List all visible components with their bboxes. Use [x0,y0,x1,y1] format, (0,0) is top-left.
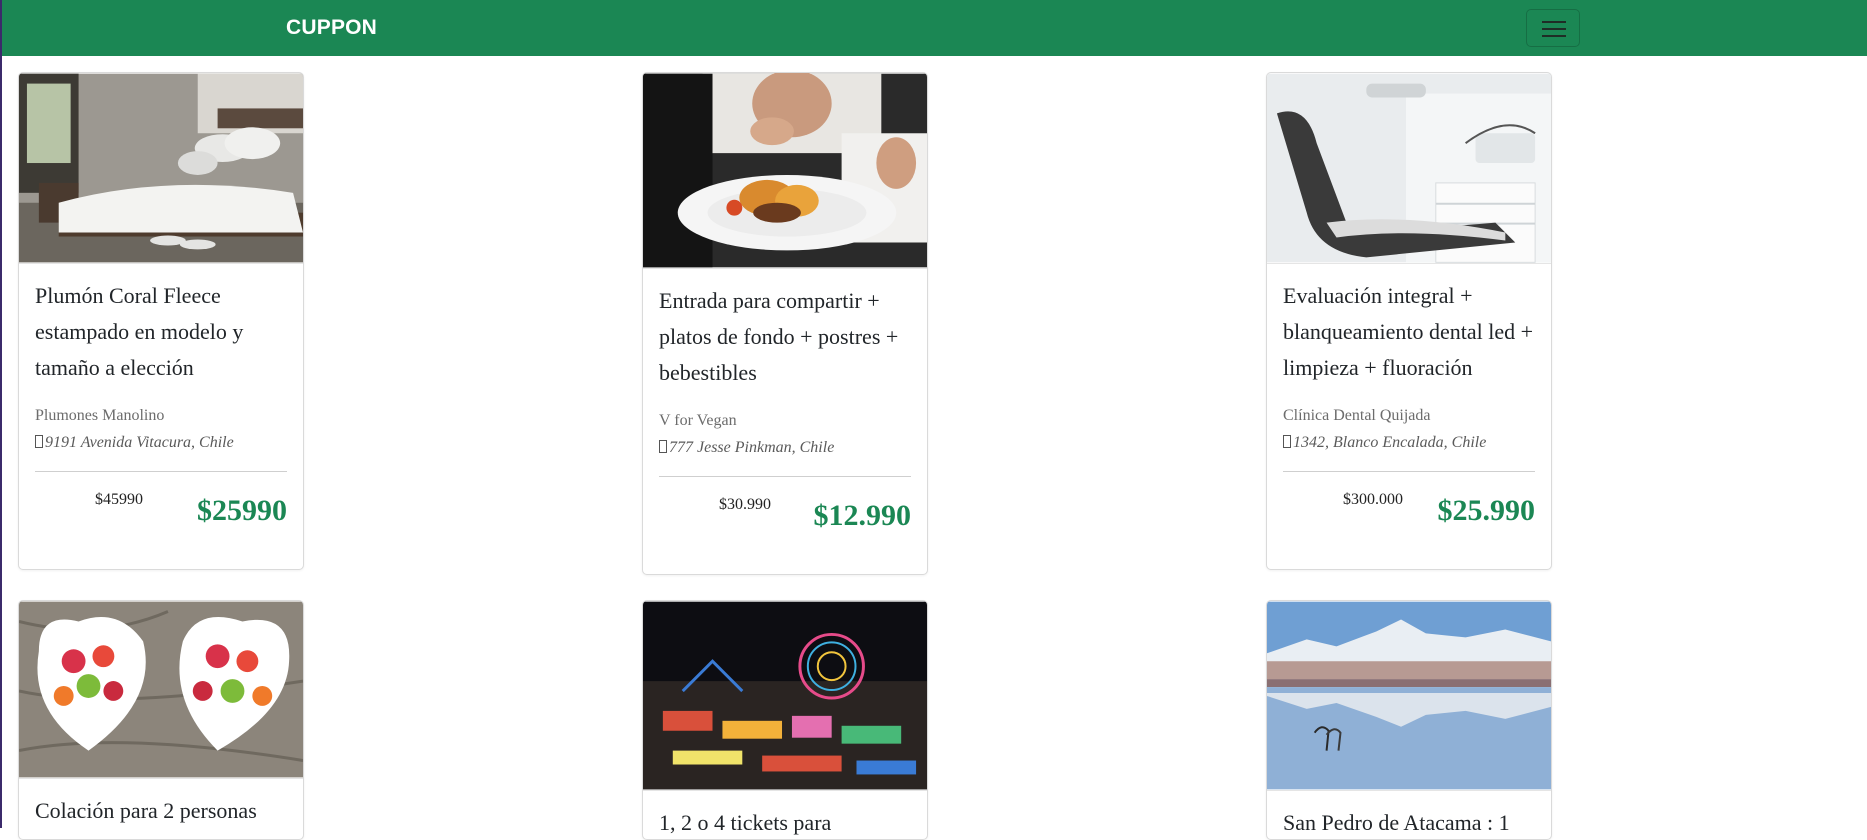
address-line: 9191 Avenida Vitacura, Chile [35,433,287,453]
company-name: Plumones Manolino [35,407,165,424]
bedroom-photo [19,73,303,264]
card-body: Plumón Coral Fleece estampado en modelo … [19,264,303,540]
deal-card[interactable]: San Pedro de Atacama : 1 [1266,600,1552,840]
original-price: $30.990 [719,496,771,513]
deal-card[interactable]: 1, 2 o 4 tickets para [642,600,928,840]
company-name: V for Vegan [659,412,737,429]
address-text: 9191 Avenida Vitacura, Chile [45,434,234,451]
price-row: $30.990 $12.990 [659,477,911,545]
deal-title[interactable]: 1, 2 o 4 tickets para [659,805,911,839]
discount-price: $25990 [197,494,287,527]
deal-title[interactable]: Colación para 2 personas [35,793,287,829]
top-navbar: CUPPON [0,0,1867,56]
address-text: 777 Jesse Pinkman, Chile [669,439,835,456]
price-row: $300.000 $25.990 [1283,472,1535,540]
hamburger-icon [1542,21,1566,23]
card-body: 1, 2 o 4 tickets para [643,791,927,839]
card-body: Entrada para compartir + platos de fondo… [643,269,927,545]
fruit-bowls-photo [19,601,303,779]
discount-price: $12.990 [813,499,912,532]
chef-plating-photo [643,73,927,269]
card-body: San Pedro de Atacama : 1 [1267,791,1551,839]
discount-price: $25.990 [1437,494,1536,527]
original-price: $300.000 [1343,491,1403,508]
price-row: $45990 $25990 [35,472,287,540]
card-body: Evaluación integral + blanqueamiento den… [1267,264,1551,540]
deal-card[interactable]: Evaluación integral + blanqueamiento den… [1266,72,1552,570]
hamburger-icon-bar [1542,35,1566,37]
card-body: Colación para 2 personas [19,779,303,829]
deal-title[interactable]: Entrada para compartir + platos de fondo… [659,283,911,391]
deal-card[interactable]: Entrada para compartir + platos de fondo… [642,72,928,575]
atacama-lagoon-photo [1267,601,1551,791]
address-line: 777 Jesse Pinkman, Chile [659,438,911,458]
company-name: Clínica Dental Quijada [1283,407,1431,424]
menu-toggle-button[interactable] [1526,9,1580,47]
hamburger-icon-bar [1542,28,1566,30]
deal-title[interactable]: Evaluación integral + blanqueamiento den… [1283,278,1535,386]
dental-chair-photo [1267,73,1551,264]
original-price: $45990 [95,491,143,508]
location-pin-icon [659,440,667,453]
fair-at-night-photo [643,601,927,791]
location-pin-icon [1283,435,1291,448]
deal-title[interactable]: San Pedro de Atacama : 1 [1283,805,1535,839]
address-text: 1342, Blanco Encalada, Chile [1293,434,1487,451]
deal-card[interactable]: Colación para 2 personas [18,600,304,840]
location-pin-icon [35,435,43,448]
window-edge [0,0,2,828]
deal-title[interactable]: Plumón Coral Fleece estampado en modelo … [35,278,287,386]
deal-card[interactable]: Plumón Coral Fleece estampado en modelo … [18,72,304,570]
address-line: 1342, Blanco Encalada, Chile [1283,433,1535,453]
brand-logo[interactable]: CUPPON [286,16,377,40]
